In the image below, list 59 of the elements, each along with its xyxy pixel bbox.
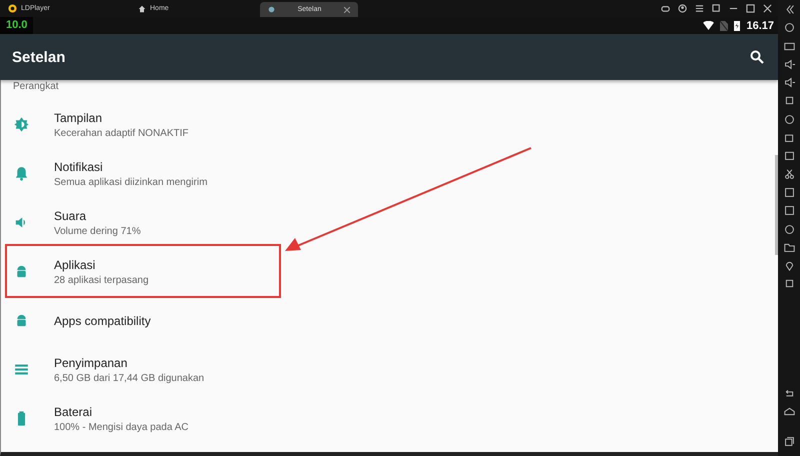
item-subtitle: Volume dering 71%	[54, 226, 141, 236]
item-title: Penyimpanan	[54, 356, 128, 370]
sidebar-tool-icon[interactable]	[784, 224, 794, 235]
sidebar-tool-icon[interactable]	[784, 436, 794, 447]
sidebar-tool-icon[interactable]	[784, 260, 794, 272]
settings-item[interactable]: Baterai 100% - Mengisi daya pada AC	[1, 394, 778, 443]
home-icon	[138, 4, 146, 12]
sidebar-tool-icon[interactable]	[784, 388, 794, 399]
sidebar-tool-icon[interactable]	[784, 58, 794, 70]
search-icon[interactable]	[750, 50, 764, 64]
no-sim-icon	[720, 20, 728, 30]
settings-item[interactable]: Penyimpanan 6,50 GB dari 17,44 GB digunakan	[1, 345, 778, 394]
sidebar-tool-icon[interactable]	[784, 406, 794, 418]
sidebar-tool-icon[interactable]	[784, 205, 794, 216]
clock: 16.17	[746, 20, 774, 32]
sidebar-tool-icon[interactable]	[784, 40, 794, 52]
sidebar-tool-icon[interactable]	[784, 168, 794, 180]
item-title: Notifikasi	[54, 160, 104, 174]
close-icon[interactable]	[763, 4, 772, 13]
settings-item[interactable]: Tampilan Kecerahan adaptif NONAKTIF	[1, 100, 778, 149]
item-title: Baterai	[54, 404, 94, 418]
settings-item[interactable]: Notifikasi Semua aplikasi diizinkan mengirim	[1, 149, 778, 198]
sidebar-tool-icon[interactable]	[784, 242, 794, 253]
item-subtitle: 6,50 GB dari 17,44 GB digunakan	[54, 372, 204, 384]
sidebar-tool-icon[interactable]	[784, 77, 794, 88]
sidebar-tool-icon[interactable]	[784, 4, 794, 15]
item-title: Suara	[54, 208, 88, 222]
scrollbar[interactable]	[775, 155, 778, 255]
maximize-icon[interactable]	[746, 4, 755, 13]
item-title: Aplikasi	[54, 258, 96, 272]
close-tab-icon[interactable]	[344, 6, 350, 12]
item-title: Tampilan	[54, 110, 104, 124]
window-icon[interactable]	[712, 4, 721, 13]
settings-item[interactable]: Suara Volume dering 71%	[1, 198, 778, 247]
item-subtitle: Semua aplikasi diizinkan mengirim	[54, 176, 208, 188]
sidebar-tool-icon[interactable]	[784, 95, 794, 106]
item-title: Apps compatibility	[54, 314, 151, 328]
toolbar-title: Setelan	[12, 48, 66, 66]
settings-item[interactable]: Aplikasi 28 aplikasi terpasang	[1, 247, 778, 296]
fps-counter: 10.0	[0, 17, 34, 34]
sidebar-tool-icon[interactable]	[784, 132, 794, 144]
bell-icon	[13, 165, 30, 182]
brightness-icon	[13, 116, 30, 133]
sidebar-tool-icon[interactable]	[784, 278, 794, 290]
sidebar-tool-icon[interactable]	[784, 150, 794, 162]
section-header: Perangkat	[12, 80, 60, 94]
item-subtitle: 28 aplikasi terpasang	[54, 274, 149, 286]
gamepad-icon[interactable]	[661, 4, 670, 13]
sidebar-tool-icon[interactable]	[784, 114, 794, 125]
settings-item[interactable]: Apps compatibility	[1, 296, 778, 345]
menu-icon[interactable]	[695, 4, 704, 13]
item-subtitle: 100% - Mengisi daya pada AC	[54, 422, 189, 432]
battery-charging-icon	[734, 20, 740, 31]
item-subtitle: Kecerahan adaptif NONAKTIF	[54, 128, 189, 138]
sidebar-tool-icon[interactable]	[784, 186, 794, 198]
sidebar-tool-icon[interactable]	[784, 22, 794, 34]
user-icon[interactable]	[678, 4, 687, 13]
wifi-icon	[703, 21, 714, 30]
logo-icon	[8, 4, 17, 13]
